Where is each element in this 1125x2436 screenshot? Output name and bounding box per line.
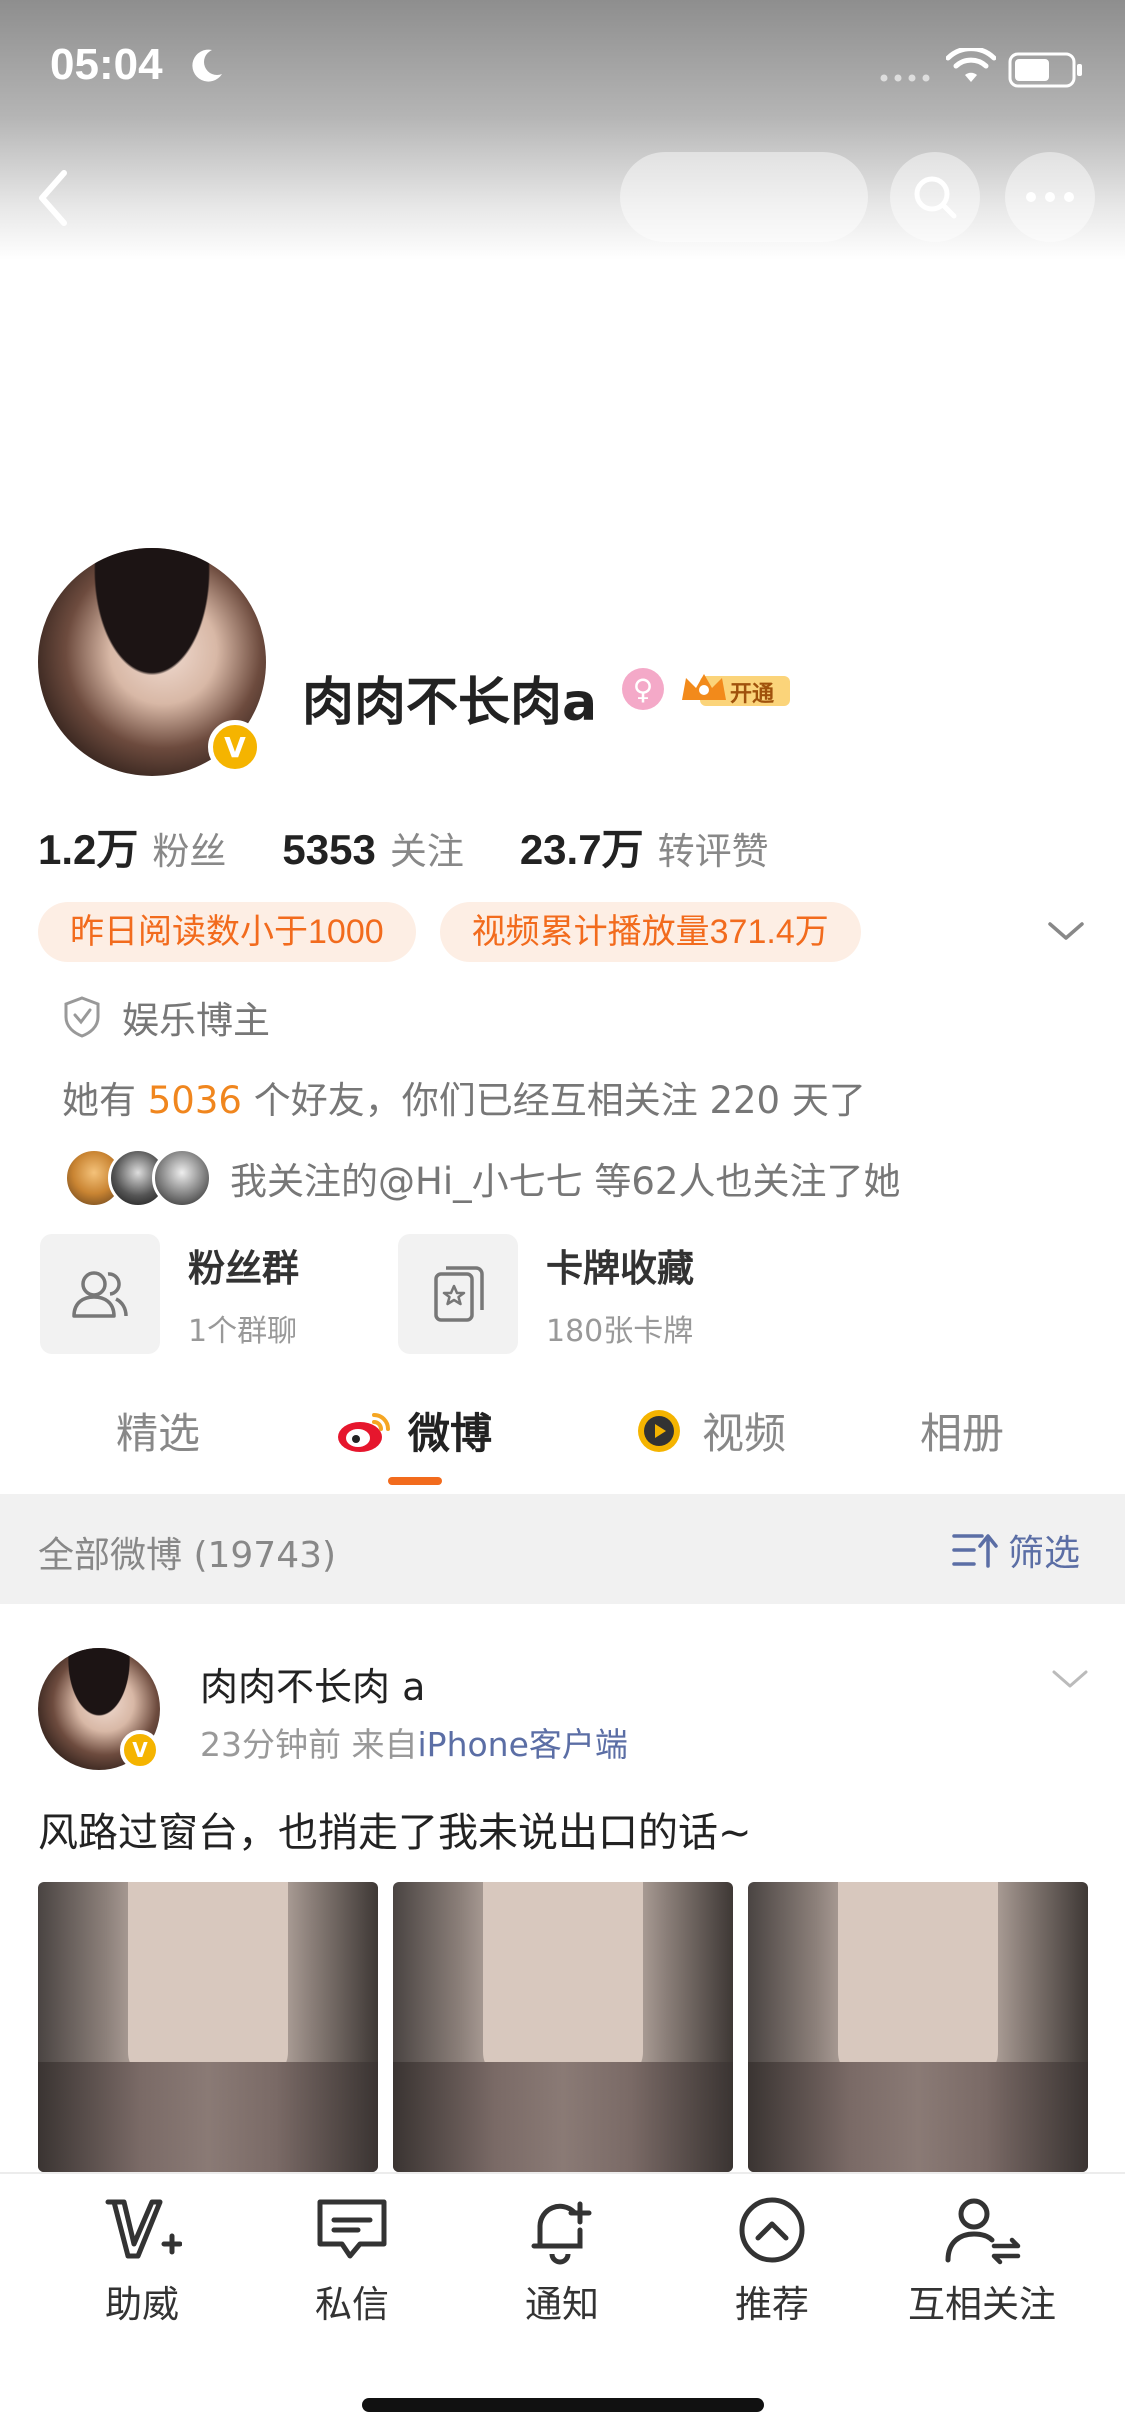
- cheer-icon: [105, 2199, 182, 2259]
- more-button[interactable]: [1005, 152, 1095, 242]
- filter-bar: 全部微博 (19743) 筛选: [0, 1494, 1125, 1604]
- stats-row: 1.2万 粉丝 5353 关注 23.7万 转评赞: [38, 816, 825, 876]
- tag-row: 昨日阅读数小于1000 视频累计播放量371.4万: [38, 902, 885, 962]
- post-photo[interactable]: [748, 1882, 1088, 2172]
- weibo-count: 全部微博 (19743): [38, 1535, 337, 1576]
- post-text: 风路过窗台，也捎走了我未说出口的话~: [38, 1810, 752, 1856]
- stat-number: 1.2万: [38, 826, 139, 873]
- tab-label: 视频: [702, 1409, 787, 1458]
- notify-button[interactable]: 通知: [472, 2194, 652, 2328]
- verified-badge-icon: V: [120, 1730, 160, 1770]
- signal-icon: [880, 74, 930, 82]
- chat-icon: [317, 2199, 387, 2259]
- mutual-follow-row[interactable]: 我关注的@Hi_小七七 等62人也关注了她: [64, 1148, 900, 1208]
- profile-nickname: 肉肉不长肉a: [302, 673, 598, 733]
- tag-video-plays[interactable]: 视频累计播放量371.4万: [439, 902, 861, 962]
- stat-number: 23.7万: [519, 826, 644, 873]
- stat-following[interactable]: 5353 关注: [282, 821, 463, 875]
- bottom-label: 通知: [525, 2283, 599, 2326]
- video-icon: [638, 1409, 680, 1452]
- follow-pill[interactable]: [620, 152, 868, 242]
- message-button[interactable]: 私信: [262, 2194, 442, 2328]
- more-icon: [1026, 192, 1074, 202]
- card-icon: [434, 1266, 484, 1322]
- recommend-button[interactable]: 推荐: [682, 2194, 862, 2328]
- moon-icon: [192, 49, 222, 82]
- card-title: 卡牌收藏: [546, 1247, 694, 1290]
- post-time: 23分钟前: [200, 1725, 341, 1764]
- bottom-label: 推荐: [735, 2283, 809, 2326]
- stat-number: 5353: [282, 826, 376, 873]
- filter-button[interactable]: 筛选: [952, 1524, 1080, 1576]
- home-indicator[interactable]: [362, 2398, 764, 2412]
- post-photo[interactable]: [393, 1882, 733, 2172]
- chevron-down-icon[interactable]: [1050, 1664, 1090, 1694]
- female-icon: ♀: [622, 668, 664, 710]
- stat-likes[interactable]: 23.7万 转评赞: [520, 816, 769, 877]
- card-subtitle: 1个群聊: [188, 1314, 298, 1349]
- filter-label: 筛选: [1008, 1533, 1081, 1574]
- bottom-label: 私信: [315, 2283, 389, 2326]
- card-collection-card[interactable]: 卡牌收藏 180张卡牌: [398, 1234, 694, 1354]
- weibo-icon: [338, 1412, 390, 1452]
- profile-tabs: 精选 微博 视频 相册: [0, 1390, 1125, 1490]
- status-time: 05:04: [50, 40, 163, 89]
- tag-read-count[interactable]: 昨日阅读数小于1000: [38, 902, 416, 962]
- tab-label: 微博: [408, 1409, 493, 1458]
- back-button[interactable]: [30, 165, 80, 231]
- search-icon: [914, 176, 957, 219]
- card-subtitle: 180张卡牌: [546, 1314, 694, 1349]
- chevron-up-circle-icon: [739, 2197, 805, 2263]
- fan-group-card[interactable]: 粉丝群 1个群聊: [40, 1234, 299, 1354]
- post-photo[interactable]: [38, 1882, 378, 2172]
- card-title: 粉丝群: [188, 1247, 299, 1290]
- users-icon: [72, 1271, 128, 1318]
- bottom-action-bar: 助威 私信 通知 推荐 互相关注: [0, 2172, 1125, 2436]
- stat-fans[interactable]: 1.2万 粉丝: [38, 816, 226, 877]
- bottom-label: 助威: [105, 2283, 179, 2326]
- search-button[interactable]: [890, 152, 980, 242]
- certification-label: 娱乐博主: [122, 999, 270, 1042]
- friends-info: 她有 5036 个好友，你们已经互相关注 220 天了: [62, 1079, 866, 1122]
- post-meta: 23分钟前 来自iPhone客户端: [200, 1725, 628, 1764]
- bottom-label: 互相关注: [908, 2283, 1056, 2326]
- filter-icon: [952, 1534, 998, 1568]
- mutual-follow-text: 我关注的@Hi_小七七 等62人也关注了她: [230, 1160, 901, 1203]
- post-source[interactable]: iPhone客户端: [418, 1725, 628, 1764]
- friend-count: 5036: [147, 1079, 242, 1122]
- vip-open-label[interactable]: 开通: [730, 676, 774, 708]
- active-tab-indicator: [388, 1477, 442, 1485]
- certification-row[interactable]: 娱乐博主: [62, 990, 270, 1044]
- mutual-avatar: [152, 1148, 212, 1208]
- chevron-down-icon[interactable]: [1046, 916, 1086, 946]
- user-swap-icon: [945, 2198, 1021, 2265]
- stat-label: 转评赞: [657, 830, 769, 873]
- stat-label: 粉丝: [152, 830, 227, 873]
- tab-album[interactable]: 相册: [920, 1400, 1004, 1461]
- status-bar: 05:04: [0, 0, 1125, 135]
- wifi-icon: [946, 48, 996, 82]
- verified-badge-icon: V: [208, 720, 262, 774]
- cheer-button[interactable]: 助威: [52, 2194, 232, 2328]
- bell-icon: [531, 2201, 592, 2265]
- tab-weibo[interactable]: 微博: [336, 1400, 492, 1461]
- tab-video[interactable]: 视频: [630, 1400, 786, 1461]
- mutual-follow-button[interactable]: 互相关注: [892, 2194, 1072, 2328]
- battery-icon: [1008, 52, 1082, 88]
- shield-icon: [64, 996, 100, 1038]
- tab-featured[interactable]: 精选: [116, 1400, 200, 1461]
- stat-label: 关注: [389, 830, 464, 873]
- post-author[interactable]: 肉肉不长肉 a: [200, 1656, 425, 1711]
